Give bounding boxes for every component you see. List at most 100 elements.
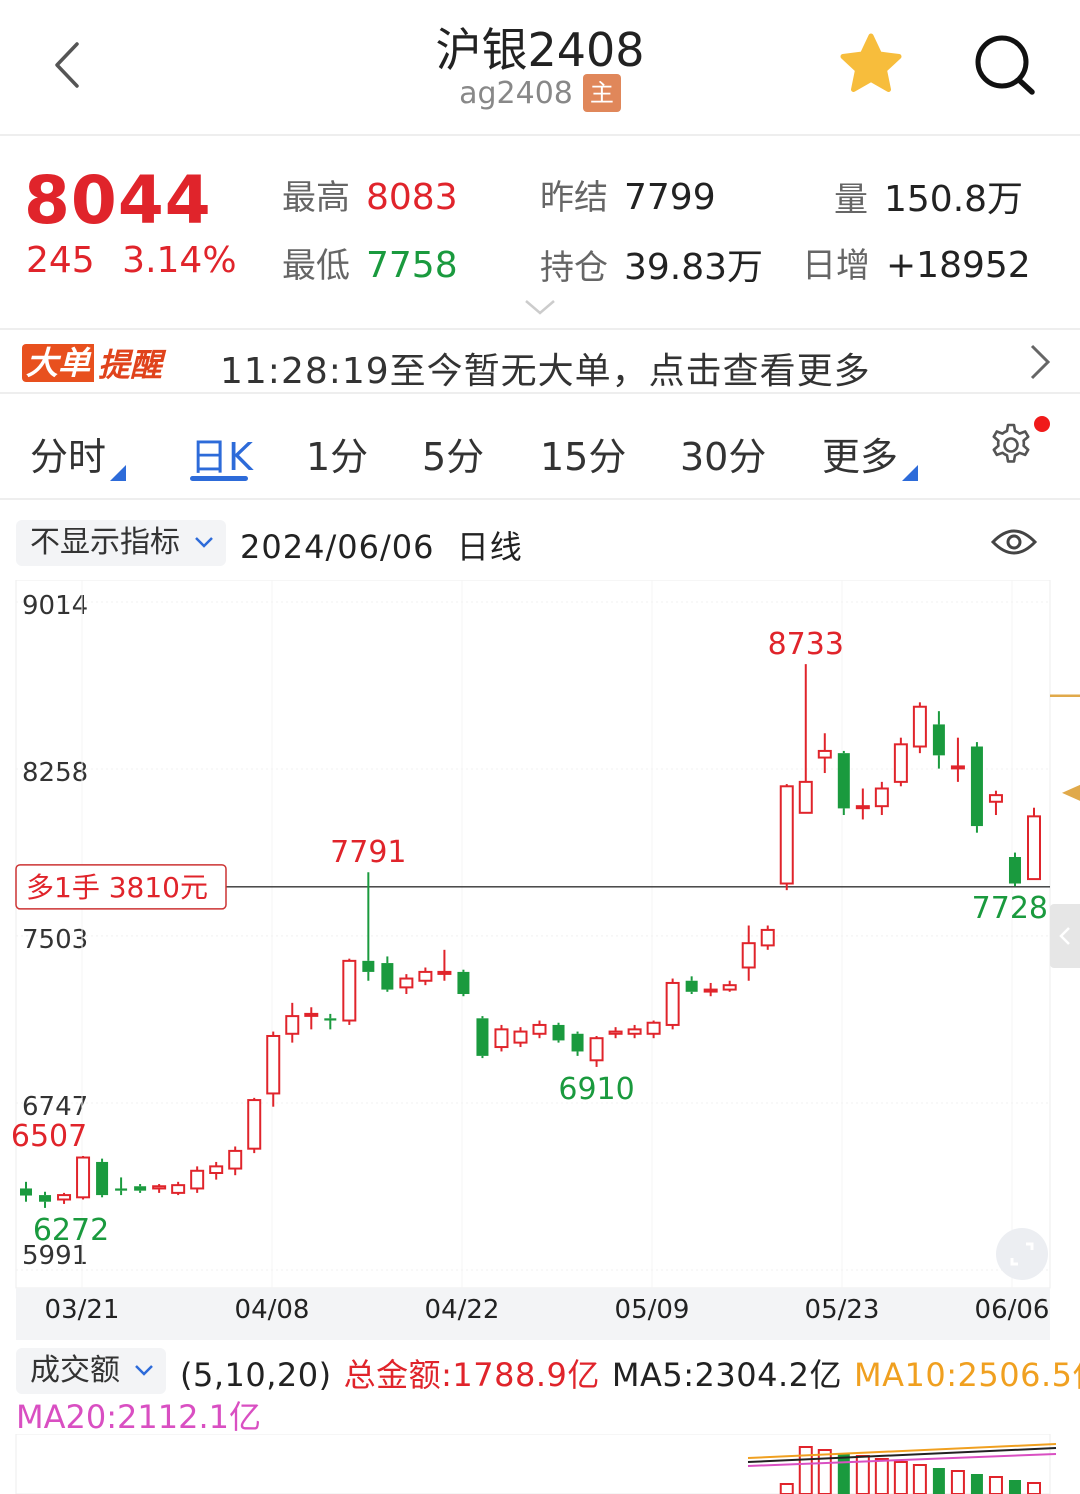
big-order-badge: 大单 提醒 bbox=[22, 344, 162, 384]
candle-body bbox=[247, 1099, 262, 1150]
volume-params: (5,10,20) bbox=[180, 1356, 332, 1394]
candle-body bbox=[760, 928, 775, 947]
eye-icon bbox=[990, 529, 1038, 555]
last-price: 8044 bbox=[24, 162, 212, 239]
volume-ma10: MA10:2506.5亿 bbox=[854, 1356, 1080, 1394]
tab-more[interactable]: 更多 bbox=[822, 426, 919, 481]
candle-body bbox=[115, 1188, 128, 1191]
x-tick-label: 04/08 bbox=[235, 1295, 310, 1325]
chevron-down-icon bbox=[135, 1365, 153, 1376]
candle-body bbox=[646, 1021, 661, 1035]
candle-body bbox=[20, 1188, 32, 1196]
change-value: 245 bbox=[26, 240, 95, 281]
low-cell: 最低 7758 bbox=[282, 245, 458, 286]
candle-body bbox=[152, 1185, 167, 1190]
chart-settings-button[interactable] bbox=[988, 422, 1034, 468]
quote-panel: 8044 245 3.14% 最高 8083 最低 7758 昨结 7799 持仓 39… bbox=[0, 138, 1080, 326]
candle-body bbox=[893, 743, 908, 783]
tab-30min[interactable]: 30分 bbox=[680, 426, 766, 481]
candle-body bbox=[665, 981, 680, 1026]
chevron-left-icon bbox=[1059, 927, 1070, 945]
volume-bar bbox=[1008, 1480, 1021, 1494]
x-axis-band bbox=[16, 1288, 1050, 1340]
volume-bar bbox=[874, 1458, 889, 1494]
volume-bar bbox=[817, 1449, 832, 1494]
volume-ma20: MA20:2112.1亿 bbox=[16, 1398, 261, 1436]
tab-daily-k[interactable]: 日K bbox=[190, 426, 253, 481]
price-annotation: 8733 bbox=[768, 627, 844, 662]
y-tick-label: 7503 bbox=[22, 925, 88, 955]
price-annotation: 6272 bbox=[33, 1213, 109, 1248]
change-percent: 3.14% bbox=[122, 240, 237, 281]
candlestick-svg: 9014825875036747599103/21 04/08 04/22 05/09… bbox=[11, 579, 1080, 1340]
tab-15min[interactable]: 15分 bbox=[540, 426, 626, 481]
side-panel-toggle[interactable] bbox=[1050, 904, 1080, 968]
volume-bar bbox=[912, 1464, 927, 1494]
chart-date-label: 2024/06/06 日线 bbox=[240, 528, 523, 566]
active-tab-indicator bbox=[190, 476, 248, 481]
candle-body bbox=[627, 1028, 642, 1035]
candlestick-chart[interactable]: 9014 8258 7503 6747 5991 03/21 04/08 04/22 05/09… bbox=[0, 579, 1080, 1340]
candle-body bbox=[703, 988, 718, 993]
volume-bar bbox=[779, 1483, 794, 1494]
tab-5min[interactable]: 5分 bbox=[422, 426, 484, 481]
volume-bar bbox=[1027, 1482, 1041, 1494]
candle-body bbox=[228, 1149, 243, 1170]
tab-intraday[interactable]: 分时 bbox=[30, 426, 127, 481]
volume-bar bbox=[837, 1453, 850, 1494]
price-annotation: 7791 bbox=[330, 835, 406, 870]
candle-body bbox=[324, 1018, 337, 1021]
volume-bar bbox=[932, 1468, 945, 1494]
dropdown-triangle-icon bbox=[902, 465, 919, 481]
candle-body bbox=[608, 1030, 623, 1035]
candle-body bbox=[874, 787, 889, 808]
big-order-alert-bar[interactable]: 大单 提醒 11:28:19至今暂无大单，点击查看更多 bbox=[0, 328, 1080, 394]
x-tick-label: 05/09 bbox=[615, 1295, 690, 1325]
right-price-marker bbox=[1062, 784, 1080, 801]
tab-1min[interactable]: 1分 bbox=[306, 426, 368, 481]
period-tabs: 分时 日K 1分 5分 15分 30分 更多 bbox=[0, 396, 1080, 500]
expand-chevron-icon[interactable] bbox=[522, 298, 558, 316]
volume-svg bbox=[15, 1433, 1057, 1494]
search-button[interactable] bbox=[970, 30, 1040, 100]
candle-body bbox=[209, 1165, 224, 1174]
high-value: 8083 bbox=[366, 177, 458, 218]
x-tick-label: 05/23 bbox=[805, 1295, 880, 1325]
prev-settle-value: 7799 bbox=[624, 177, 716, 218]
fullscreen-button[interactable] bbox=[996, 1228, 1048, 1280]
favorite-button[interactable] bbox=[836, 30, 906, 100]
volume-indicator-select[interactable]: 成交额 bbox=[16, 1348, 166, 1394]
star-icon bbox=[840, 33, 902, 92]
volume-panel-header: 成交额 (5,10,20) 总金额:1788.9亿 MA5:2304.2亿 MA10:… bbox=[0, 1342, 1080, 1436]
contract-code: ag2408 bbox=[459, 75, 573, 111]
price-annotation: 7728 bbox=[972, 891, 1048, 926]
candle-body bbox=[970, 746, 983, 827]
candle-body bbox=[134, 1186, 147, 1191]
chart-frame bbox=[15, 579, 1051, 1289]
price-change: 245 3.14% bbox=[26, 240, 237, 281]
notification-dot bbox=[1034, 416, 1050, 432]
candle-body bbox=[552, 1024, 565, 1041]
search-icon bbox=[975, 35, 1035, 95]
daily-increase-cell: 日增 +18952 bbox=[802, 245, 1031, 286]
low-value: 7758 bbox=[366, 245, 458, 286]
volume-bar bbox=[988, 1476, 1003, 1494]
volume-cell: 量 150.8万 bbox=[834, 179, 1024, 220]
main-contract-badge: 主 bbox=[582, 74, 621, 112]
expand-icon bbox=[1010, 1242, 1034, 1266]
toggle-visibility-button[interactable] bbox=[990, 524, 1038, 560]
candle-body bbox=[437, 970, 452, 975]
candle-body bbox=[532, 1023, 547, 1035]
candle-body bbox=[96, 1161, 109, 1196]
candle-body bbox=[171, 1184, 186, 1194]
candle-body bbox=[932, 724, 945, 756]
page-title: 沪银2408 bbox=[435, 23, 645, 77]
volume-bar bbox=[798, 1446, 813, 1494]
indicator-select[interactable]: 不显示指标 bbox=[16, 520, 226, 566]
candle-body bbox=[285, 1015, 300, 1035]
candle-body bbox=[342, 959, 357, 1022]
dropdown-triangle-icon bbox=[110, 465, 127, 481]
candle-body bbox=[457, 971, 470, 995]
candle-body bbox=[266, 1034, 281, 1095]
volume-bar bbox=[970, 1474, 983, 1494]
